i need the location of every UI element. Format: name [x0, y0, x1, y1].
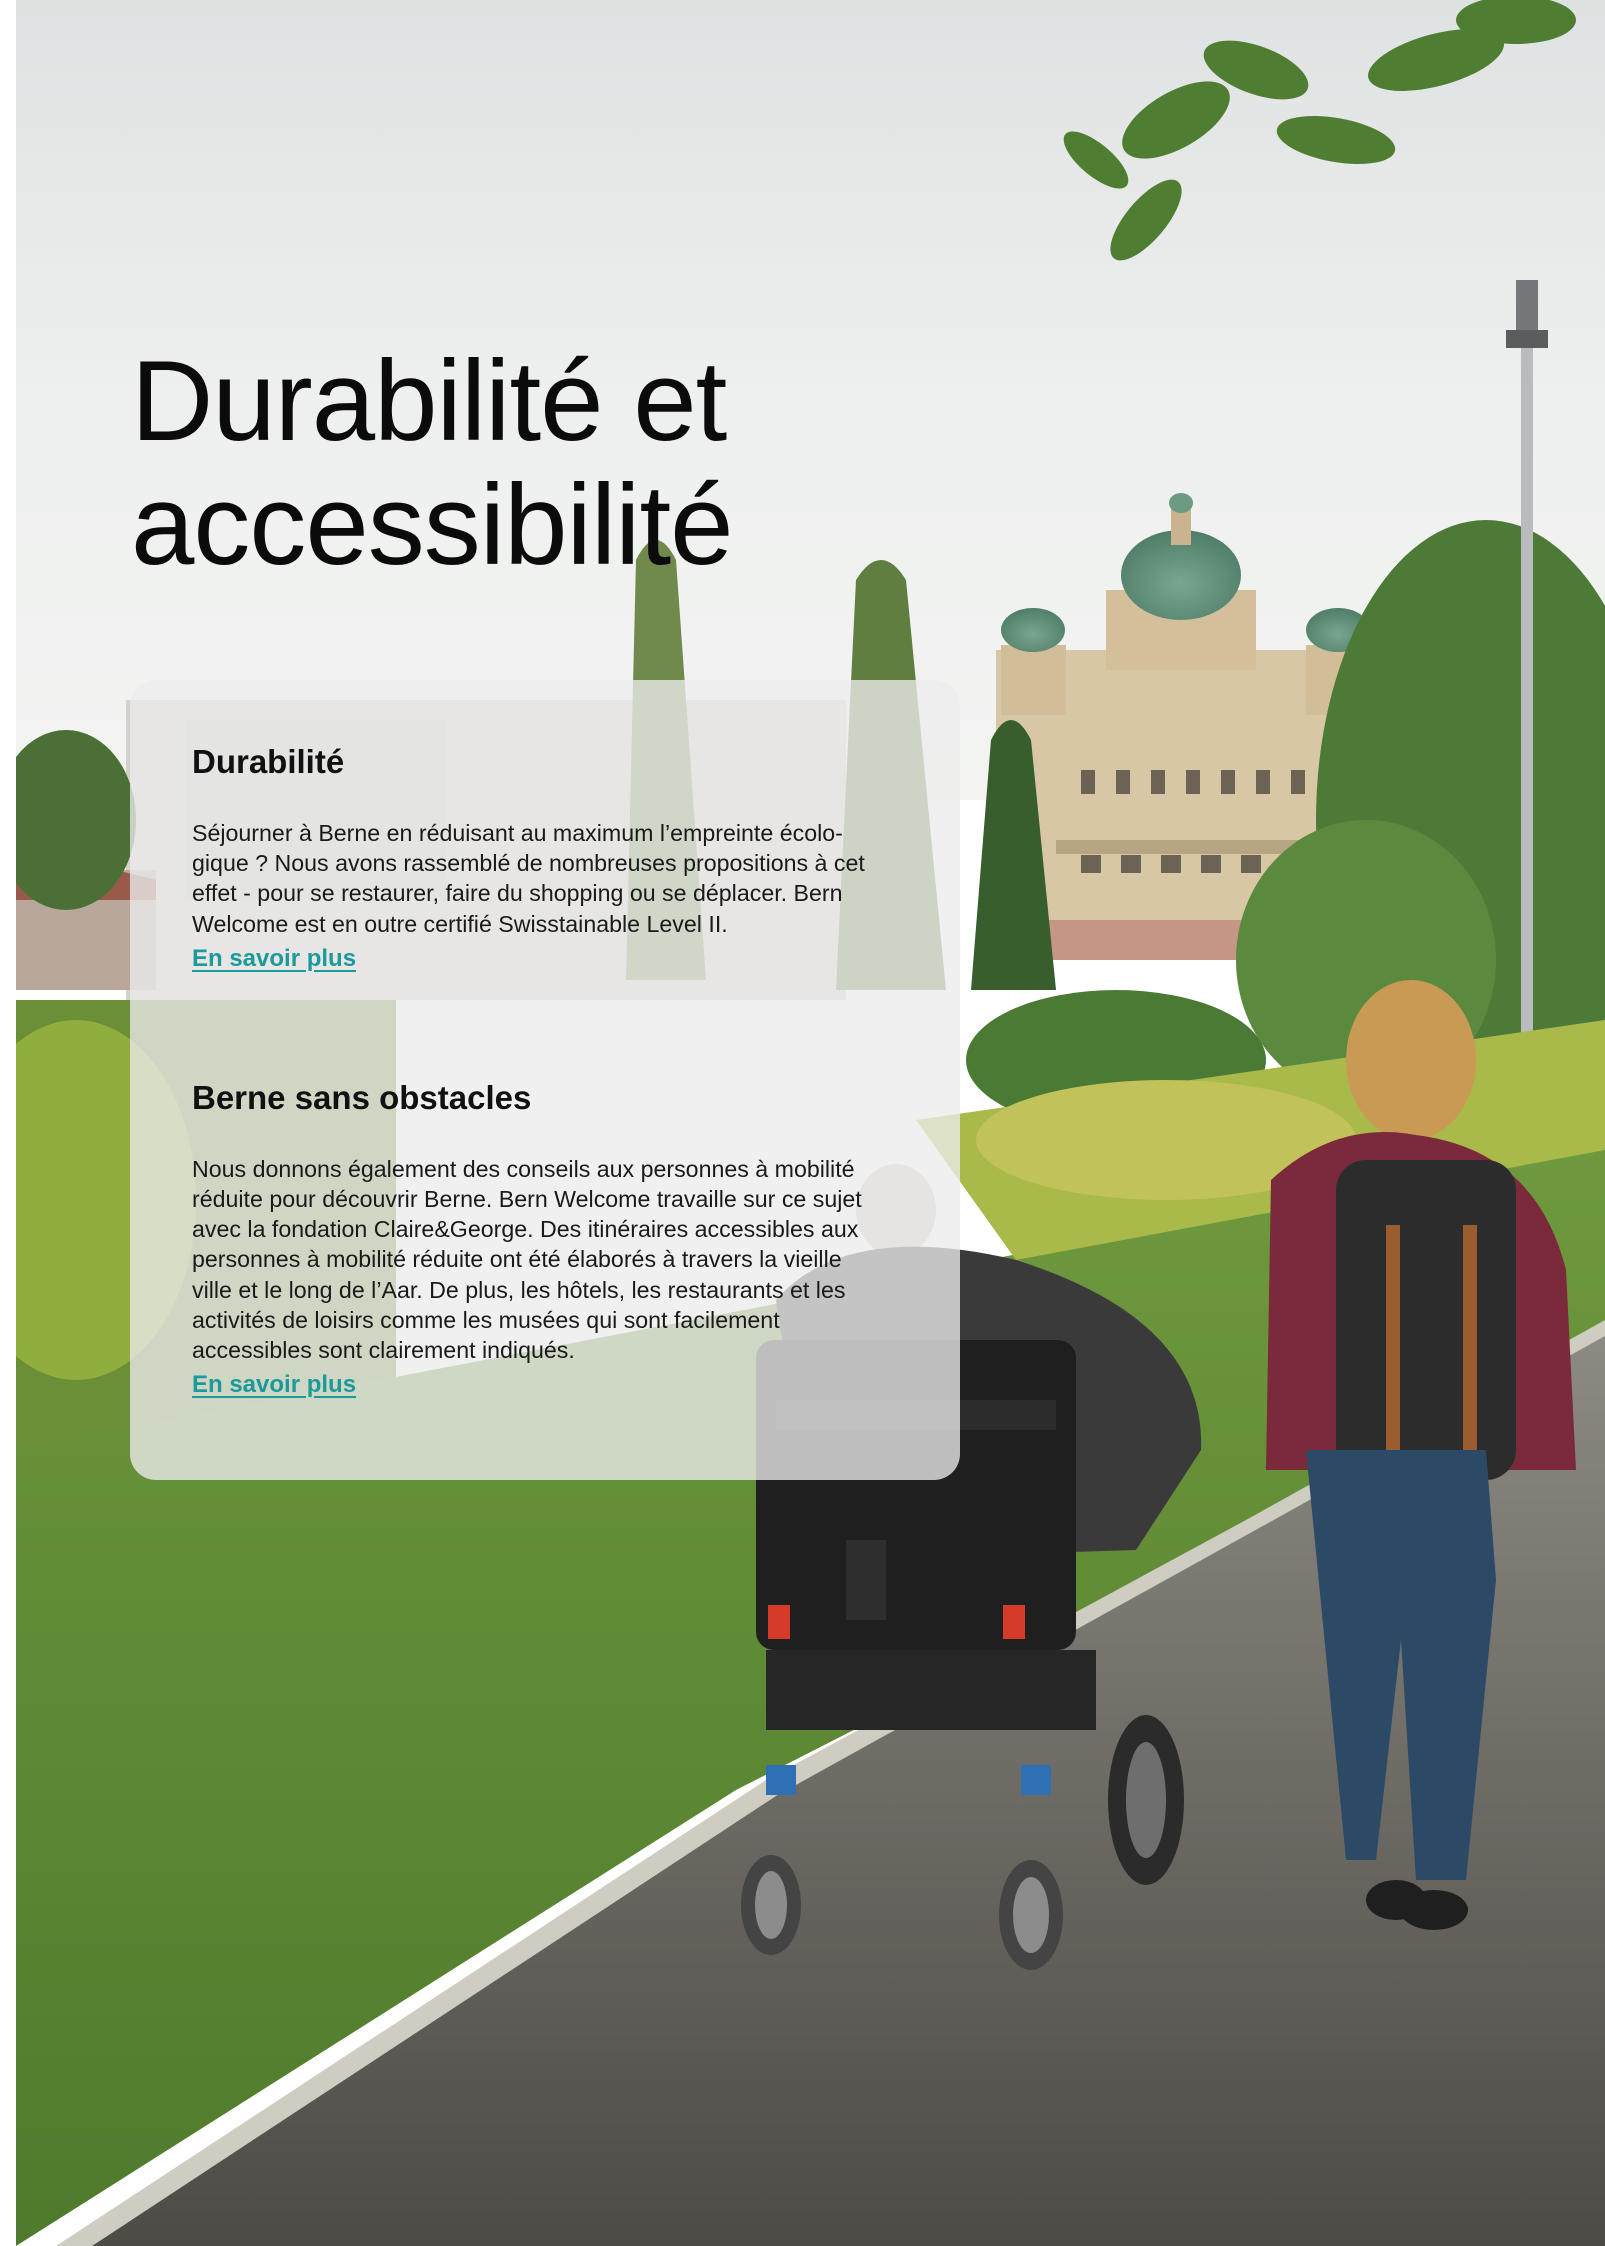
- title-line: Durabilité et: [131, 338, 727, 465]
- section-heading: Berne sans obstacles: [192, 1078, 532, 1116]
- section-body: Nous donnons également des conseils aux …: [192, 1155, 862, 1364]
- brochure-page: Durabilité et accessibilité Durabilité S…: [16, 0, 1605, 2246]
- info-card: Durabilité Séjourner à Berne en réduisan…: [130, 680, 960, 1480]
- section-berne-sans-obstacles: Berne sans obstacles Nous donnons égalem…: [192, 1078, 910, 1401]
- section-durabilite: Durabilité Séjourner à Berne en réduisan…: [192, 742, 910, 975]
- learn-more-link[interactable]: En savoir plus: [192, 1369, 356, 1401]
- section-heading: Durabilité: [192, 743, 345, 780]
- title-line: accessibilité: [131, 462, 734, 589]
- page-title: Durabilité et accessibilité: [131, 338, 734, 589]
- learn-more-link[interactable]: En savoir plus: [192, 943, 356, 975]
- section-body: Séjourner à Berne en réduisant au maximu…: [192, 820, 865, 937]
